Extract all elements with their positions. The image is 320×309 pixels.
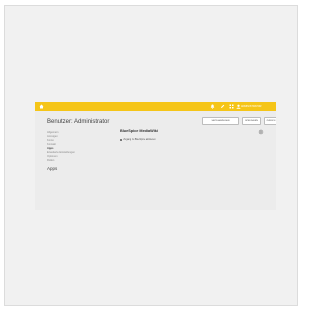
enable-bluespice-label: Zugang zu BlueSpice aktivieren bbox=[123, 139, 156, 141]
sidebar: Allgemein Anzeigen Konto Kontakt Apps Er… bbox=[47, 131, 105, 171]
user-menu-label[interactable]: ADMINISTRATOR bbox=[241, 104, 273, 109]
home-icon[interactable] bbox=[39, 104, 44, 109]
gear-icon[interactable] bbox=[258, 129, 264, 135]
page-title: Benutzer: Administrator bbox=[47, 119, 110, 125]
grid-icon[interactable] bbox=[229, 104, 234, 109]
sidebar-section-heading: Apps bbox=[47, 166, 58, 171]
back-button[interactable]: ZURÜCK bbox=[264, 117, 276, 125]
bell-icon[interactable] bbox=[210, 104, 215, 109]
section-title: BlueSpice MediaWiki bbox=[120, 129, 158, 133]
main-content: BlueSpice MediaWiki Zugang zu BlueSpice … bbox=[120, 129, 270, 142]
save-button[interactable]: SPEICHERN bbox=[242, 117, 261, 125]
show-page-button[interactable]: SEITE ANZEIGEN bbox=[202, 117, 239, 125]
enable-bluespice-option[interactable]: Zugang zu BlueSpice aktivieren bbox=[120, 138, 156, 142]
app-window: ADMINISTRATOR Benutzer: Administrator SE… bbox=[35, 102, 276, 210]
sidebar-item-rollen[interactable]: Rollen bbox=[47, 159, 105, 163]
top-bar: ADMINISTRATOR bbox=[35, 102, 276, 111]
pencil-icon[interactable] bbox=[220, 104, 225, 109]
enable-bluespice-checkbox[interactable] bbox=[120, 138, 123, 142]
